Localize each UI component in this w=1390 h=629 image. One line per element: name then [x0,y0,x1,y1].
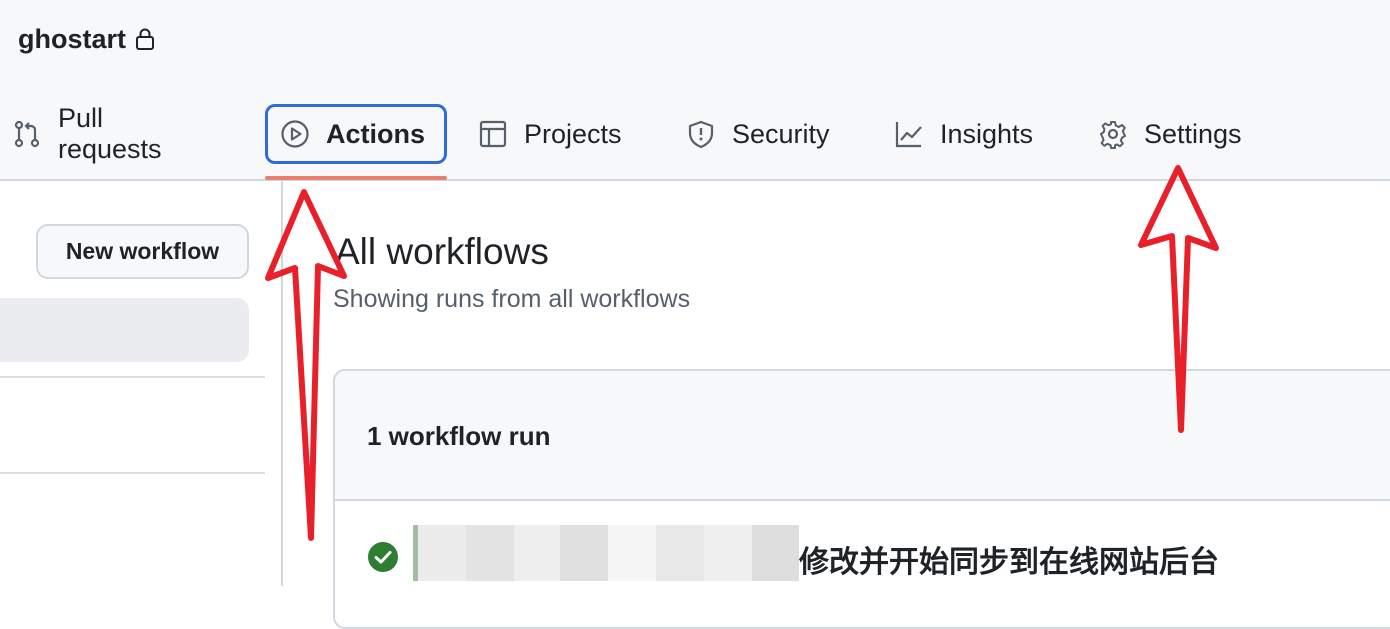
tab-actions[interactable]: Actions [265,104,447,164]
page-subtitle: Showing runs from all workflows [333,285,691,313]
active-tab-underline [265,176,447,180]
repo-name[interactable]: ghostart [18,24,126,55]
runs-box-header: 1 workflow run [335,371,1390,501]
new-workflow-button[interactable]: New workflow [36,224,249,279]
blurred-redaction [413,525,799,581]
workflow-runs-box: 1 workflow run 修改并开始同步到在线网站后台 [333,369,1390,629]
graph-icon [895,122,922,148]
repo-header: ghostart Pull requests Actions Projects … [0,0,1390,181]
workflows-sidebar: New workflow [0,181,283,586]
tab-label: Pull requests [58,103,162,164]
tab-label: Settings [1144,118,1242,149]
tab-projects[interactable]: Projects [466,104,634,164]
tab-label: Projects [524,118,622,149]
check-circle-icon [368,542,398,572]
run-count: 1 workflow run [367,421,551,451]
tab-label: Insights [940,118,1034,149]
tab-label: Security [732,118,830,149]
tab-pull-requests[interactable]: Pull requests [0,103,174,164]
sidebar-item-all-workflows[interactable] [0,298,249,362]
sidebar-divider [0,472,265,474]
table-icon [479,120,507,148]
tab-insights[interactable]: Insights [882,104,1045,164]
workflows-main: All workflows Showing runs from all work… [283,181,1390,629]
run-title[interactable]: 修改并开始同步到在线网站后台 [799,537,1219,581]
tab-settings[interactable]: Settings [1086,104,1254,164]
lock-icon [136,28,154,50]
shield-icon [688,120,714,149]
gear-icon [1100,121,1126,149]
play-circle-icon [281,120,309,148]
tab-label: Actions [326,118,426,149]
table-row[interactable]: 修改并开始同步到在线网站后台 [335,501,1390,627]
page-title: All workflows [335,231,549,272]
sidebar-divider [0,376,265,378]
tab-security[interactable]: Security [674,104,842,164]
git-pull-request-icon [14,120,40,148]
repo-title[interactable]: ghostart [18,22,156,56]
